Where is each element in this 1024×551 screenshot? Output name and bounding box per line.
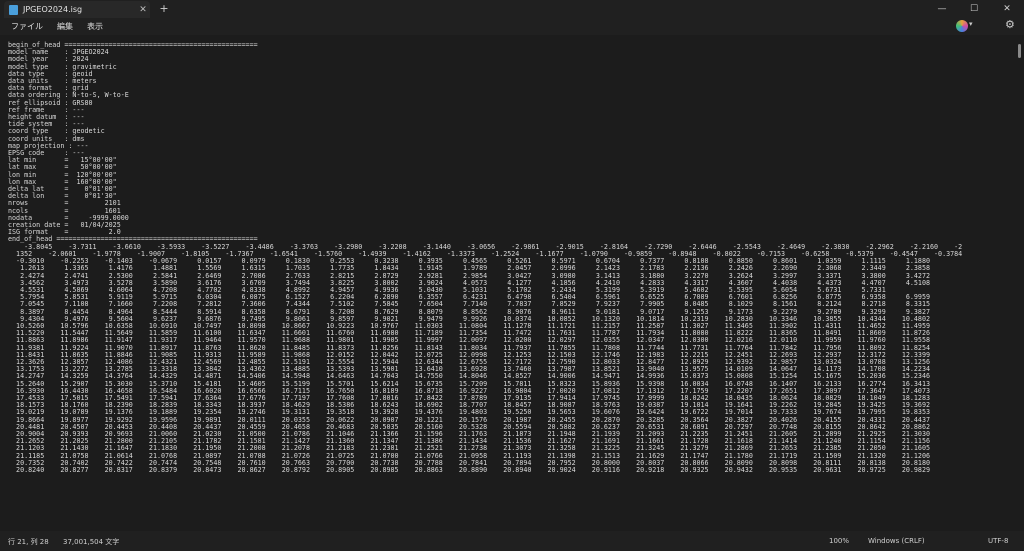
maximize-button[interactable]: ☐ [960,1,988,17]
encoding[interactable]: UTF-8 [988,537,1008,545]
title-bar: JPGEO2024.isg ✕ + — ☐ ✕ [0,0,1024,18]
close-window-button[interactable]: ✕ [993,1,1021,17]
chevron-down-icon[interactable]: ▾ [969,20,973,28]
editor-line: 20.8240 20.8277 20.8317 20.8379 20.8473 … [8,465,931,474]
status-bar: 行 21, 列 28 37,001,504 文字 100% Windows (C… [0,531,1024,551]
copilot-icon[interactable] [956,20,968,32]
cursor-position[interactable]: 行 21, 列 28 [8,537,49,547]
tab-title: JPGEO2024.isg [23,5,83,14]
close-tab-icon[interactable]: ✕ [136,5,150,15]
minimize-button[interactable]: — [928,1,956,17]
document-icon [9,4,18,15]
zoom-level[interactable]: 100% [829,537,849,545]
line-ending[interactable]: Windows (CRLF) [868,537,925,545]
text-editor[interactable]: begin_of_head ==========================… [0,35,1016,531]
menu-view[interactable]: 表示 [84,21,106,32]
menu-edit[interactable]: 編集 [54,21,76,32]
character-count: 37,001,504 文字 [63,538,120,546]
new-tab-button[interactable]: + [157,2,171,15]
gear-icon[interactable]: ⚙ [1005,18,1015,31]
menu-bar: ファイル 編集 表示 [0,18,1024,35]
vertical-scrollbar[interactable] [1016,35,1024,531]
file-tab[interactable]: JPGEO2024.isg ✕ [4,1,150,18]
scroll-thumb[interactable] [1018,44,1021,58]
editor-text[interactable]: begin_of_head ==========================… [8,41,962,474]
menu-file[interactable]: ファイル [8,21,46,32]
